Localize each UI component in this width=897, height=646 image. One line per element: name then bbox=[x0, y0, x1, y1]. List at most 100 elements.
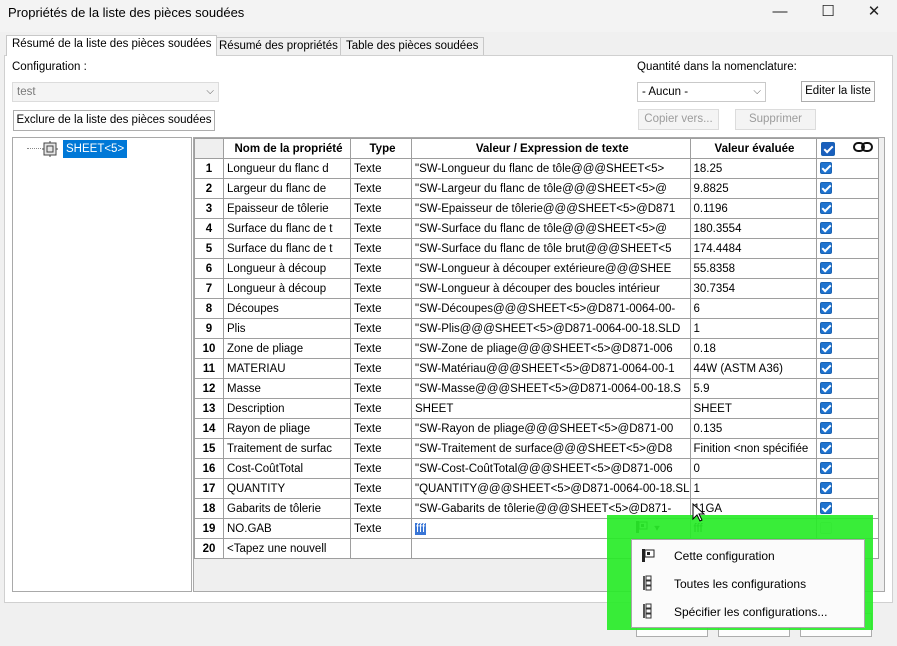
row-checkbox[interactable] bbox=[819, 242, 832, 255]
copy-to-button[interactable]: Copier vers... bbox=[638, 109, 719, 130]
value-cell[interactable]: "SW-Longueur à découper des boucles inté… bbox=[411, 278, 691, 299]
property-name-cell[interactable]: Surface du flanc de t bbox=[223, 218, 351, 239]
row-checkbox[interactable] bbox=[819, 202, 832, 215]
row-number[interactable]: 14 bbox=[194, 418, 224, 439]
evaluated-cell[interactable]: 5.9 bbox=[689, 378, 817, 399]
table-row[interactable]: 11 MATERIAU Texte "SW-Matériau@@@SHEET<5>@D… bbox=[194, 358, 879, 379]
type-cell[interactable]: Texte bbox=[350, 478, 412, 499]
type-cell[interactable]: Texte bbox=[350, 178, 412, 199]
table-row[interactable]: 10 Zone de pliage Texte "SW-Zone de pliage@… bbox=[194, 338, 879, 359]
value-cell[interactable]: "SW-Longueur à découper extérieure@@@SHE… bbox=[411, 258, 691, 279]
row-checkbox[interactable] bbox=[819, 322, 832, 335]
delete-button[interactable]: Supprimer bbox=[735, 109, 816, 130]
type-cell[interactable] bbox=[350, 538, 412, 559]
evaluated-cell[interactable]: Finition <non spécifiée bbox=[689, 438, 817, 459]
property-name-cell[interactable]: QUANTITY bbox=[223, 478, 351, 499]
type-cell[interactable]: Texte bbox=[350, 258, 412, 279]
table-row[interactable]: 4 Surface du flanc de t Texte "SW-Surface d… bbox=[194, 218, 879, 239]
tab-cutlist-table[interactable]: Table des pièces soudées bbox=[340, 37, 485, 55]
row-checkbox[interactable] bbox=[819, 362, 832, 375]
type-cell[interactable]: Texte bbox=[350, 518, 412, 539]
property-name-cell[interactable]: Plis bbox=[223, 318, 351, 339]
value-cell[interactable]: "QUANTITY@@@SHEET<5>@D871-0064-00-18.SL bbox=[411, 478, 691, 499]
row-checkbox[interactable] bbox=[819, 302, 832, 315]
row-checkbox[interactable] bbox=[819, 422, 832, 435]
row-checkbox[interactable] bbox=[819, 222, 832, 235]
row-number[interactable]: 19 bbox=[194, 518, 224, 539]
checkbox-cell[interactable] bbox=[815, 438, 879, 459]
quantity-select[interactable]: - Aucun - ⌵ bbox=[637, 82, 766, 102]
value-cell[interactable]: "SW-Traitement de surface@@@SHEET<5>@D8 bbox=[411, 438, 691, 459]
row-checkbox[interactable] bbox=[819, 162, 832, 175]
row-checkbox[interactable] bbox=[819, 282, 832, 295]
checkbox-cell[interactable] bbox=[815, 258, 879, 279]
property-name-cell[interactable]: <Tapez une nouvell bbox=[223, 538, 351, 559]
evaluated-cell[interactable]: SHEET bbox=[689, 398, 817, 419]
property-name-cell[interactable]: Description bbox=[223, 398, 351, 419]
row-number[interactable]: 4 bbox=[194, 218, 224, 239]
evaluated-cell[interactable]: 30.7354 bbox=[689, 278, 817, 299]
row-number[interactable]: 6 bbox=[194, 258, 224, 279]
row-number[interactable]: 3 bbox=[194, 198, 224, 219]
type-cell[interactable]: Texte bbox=[350, 238, 412, 259]
property-name-cell[interactable]: Traitement de surfac bbox=[223, 438, 351, 459]
type-cell[interactable]: Texte bbox=[350, 378, 412, 399]
configuration-select[interactable]: test ⌵ bbox=[12, 82, 219, 102]
checkbox-cell[interactable] bbox=[815, 218, 879, 239]
value-cell[interactable]: "SW-Longueur du flanc de tôle@@@SHEET<5> bbox=[411, 158, 691, 179]
checkbox-cell[interactable] bbox=[815, 338, 879, 359]
checkbox-cell[interactable] bbox=[815, 158, 879, 179]
menu-item-this-config[interactable]: Cette configuration bbox=[632, 542, 864, 570]
table-row[interactable]: 9 Plis Texte "SW-Plis@@@SHEET<5>@D871-0064-… bbox=[194, 318, 879, 339]
type-cell[interactable]: Texte bbox=[350, 338, 412, 359]
property-name-cell[interactable]: Longueur à découp bbox=[223, 278, 351, 299]
table-row[interactable]: 3 Epaisseur de tôlerie Texte "SW-Epaisseur … bbox=[194, 198, 879, 219]
value-cell[interactable]: "SW-Zone de pliage@@@SHEET<5>@D871-006 bbox=[411, 338, 691, 359]
evaluated-cell[interactable]: 0.135 bbox=[689, 418, 817, 439]
tab-properties-summary[interactable]: Résumé des propriétés bbox=[213, 37, 344, 55]
row-number[interactable]: 12 bbox=[194, 378, 224, 399]
evaluated-cell[interactable]: 55.8358 bbox=[689, 258, 817, 279]
value-cell[interactable]: "SW-Surface du flanc de tôle@@@SHEET<5>@ bbox=[411, 218, 691, 239]
evaluated-cell[interactable]: 0.18 bbox=[689, 338, 817, 359]
table-row[interactable]: 12 Masse Texte "SW-Masse@@@SHEET<5>@D871-00… bbox=[194, 378, 879, 399]
checkbox-cell[interactable] bbox=[815, 278, 879, 299]
property-name-cell[interactable]: Cost-CoûtTotal bbox=[223, 458, 351, 479]
row-number[interactable]: 16 bbox=[194, 458, 224, 479]
table-row[interactable]: 13 Description Texte SHEET SHEET bbox=[194, 398, 879, 419]
evaluated-cell[interactable]: 6 bbox=[689, 298, 817, 319]
value-cell[interactable]: "SW-Surface du flanc de tôle brut@@@SHEE… bbox=[411, 238, 691, 259]
checkbox-cell[interactable] bbox=[815, 358, 879, 379]
row-number[interactable]: 10 bbox=[194, 338, 224, 359]
row-number[interactable]: 11 bbox=[194, 358, 224, 379]
checkbox-cell[interactable] bbox=[815, 378, 879, 399]
row-checkbox[interactable] bbox=[819, 402, 832, 415]
table-row[interactable]: 8 Découpes Texte "SW-Découpes@@@SHEET<5>@D8… bbox=[194, 298, 879, 319]
table-row[interactable]: 5 Surface du flanc de t Texte "SW-Surface d… bbox=[194, 238, 879, 259]
row-checkbox[interactable] bbox=[819, 502, 832, 515]
row-checkbox[interactable] bbox=[819, 262, 832, 275]
evaluated-cell[interactable]: 9.8825 bbox=[689, 178, 817, 199]
checkbox-cell[interactable] bbox=[815, 298, 879, 319]
table-row[interactable]: 14 Rayon de pliage Texte "SW-Rayon de pliag… bbox=[194, 418, 879, 439]
value-cell[interactable]: "SW-Epaisseur de tôlerie@@@SHEET<5>@D871 bbox=[411, 198, 691, 219]
evaluated-cell[interactable]: 18.25 bbox=[689, 158, 817, 179]
row-number[interactable]: 15 bbox=[194, 438, 224, 459]
value-cell[interactable]: "SW-Rayon de pliage@@@SHEET<5>@D871-00 bbox=[411, 418, 691, 439]
type-cell[interactable]: Texte bbox=[350, 438, 412, 459]
property-name-cell[interactable]: Longueur du flanc d bbox=[223, 158, 351, 179]
row-number[interactable]: 2 bbox=[194, 178, 224, 199]
type-cell[interactable]: Texte bbox=[350, 458, 412, 479]
row-checkbox[interactable] bbox=[819, 342, 832, 355]
edit-list-button[interactable]: Editer la liste bbox=[801, 81, 875, 102]
type-cell[interactable]: Texte bbox=[350, 298, 412, 319]
checkbox-cell[interactable] bbox=[815, 478, 879, 499]
table-row[interactable]: 16 Cost-CoûtTotal Texte "SW-Cost-CoûtTotal@… bbox=[194, 458, 879, 479]
value-cell[interactable]: "SW-Largeur du flanc de tôle@@@SHEET<5>@ bbox=[411, 178, 691, 199]
row-number[interactable]: 8 bbox=[194, 298, 224, 319]
type-cell[interactable]: Texte bbox=[350, 398, 412, 419]
row-number[interactable]: 5 bbox=[194, 238, 224, 259]
type-cell[interactable]: Texte bbox=[350, 418, 412, 439]
checkbox-cell[interactable] bbox=[815, 398, 879, 419]
evaluated-cell[interactable]: 0 bbox=[689, 458, 817, 479]
